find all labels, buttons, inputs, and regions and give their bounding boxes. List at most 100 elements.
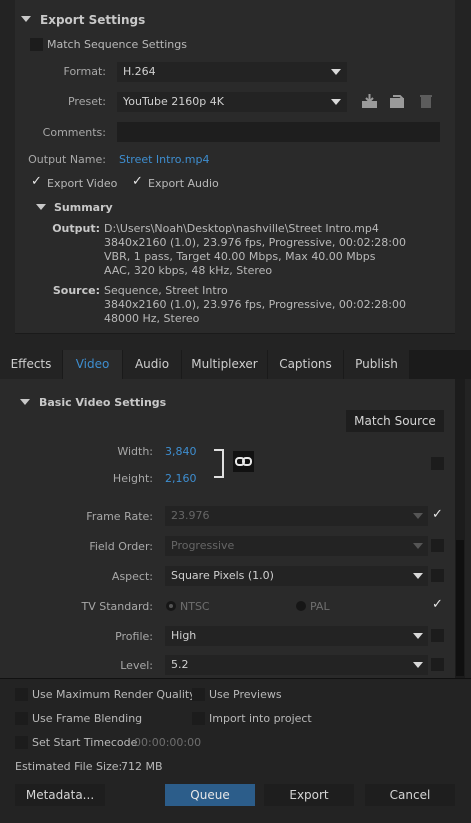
link-chain-icon bbox=[235, 457, 252, 466]
match-sequence-checkbox[interactable] bbox=[30, 38, 43, 51]
aspect-chevron-down-icon bbox=[413, 573, 423, 579]
import-into-project-checkbox[interactable] bbox=[192, 712, 205, 725]
constrain-proportions-button[interactable] bbox=[233, 451, 254, 472]
preset-chevron-down-icon bbox=[331, 99, 341, 105]
summary-output-line: VBR, 1 pass, Target 40.00 Mbps, Max 40.0… bbox=[104, 250, 376, 263]
export-button[interactable]: Export bbox=[264, 784, 354, 806]
field-order-dropdown[interactable]: Progressive bbox=[165, 536, 428, 556]
use-previews-checkbox[interactable] bbox=[192, 688, 205, 701]
profile-match-checkbox[interactable] bbox=[431, 629, 444, 642]
tv-standard-label: TV Standard: bbox=[81, 600, 154, 613]
tab-audio[interactable]: Audio bbox=[123, 350, 182, 379]
collapse-summary-icon[interactable] bbox=[36, 204, 46, 210]
estimated-file-size-value: 712 MB bbox=[121, 760, 163, 773]
summary-output-line: 3840x2160 (1.0), 23.976 fps, Progressive… bbox=[104, 236, 407, 249]
summary-output-line: D:\Users\Noah\Desktop\nashville\Street I… bbox=[104, 222, 379, 235]
frame-blending-checkbox[interactable] bbox=[15, 712, 28, 725]
start-timecode-value: 00:00:00:00 bbox=[134, 736, 202, 749]
summary-source-line: Sequence, Street Intro bbox=[104, 284, 228, 297]
format-dropdown[interactable]: H.264 bbox=[117, 62, 347, 82]
collapse-basic-video-icon[interactable] bbox=[20, 399, 30, 405]
summary-title: Summary bbox=[54, 201, 113, 214]
output-name-link[interactable]: Street Intro.mp4 bbox=[119, 153, 209, 166]
match-source-button[interactable]: Match Source bbox=[346, 410, 444, 432]
profile-value: High bbox=[171, 629, 197, 642]
summary-source-line: 48000 Hz, Stereo bbox=[104, 312, 200, 325]
aspect-match-checkbox[interactable] bbox=[431, 569, 444, 582]
summary-output-line: AAC, 320 kbps, 48 kHz, Stereo bbox=[104, 264, 273, 277]
preset-label: Preset: bbox=[67, 95, 106, 108]
tab-multiplexer[interactable]: Multiplexer bbox=[182, 350, 268, 379]
max-render-quality-label: Use Maximum Render Quality bbox=[32, 688, 196, 701]
pal-label: PAL bbox=[310, 600, 330, 613]
comments-label: Comments: bbox=[42, 126, 106, 139]
pal-radio[interactable] bbox=[296, 601, 306, 611]
basic-video-settings-title: Basic Video Settings bbox=[39, 396, 167, 409]
import-preset-icon[interactable] bbox=[389, 93, 407, 109]
video-scrollbar-thumb[interactable] bbox=[456, 540, 464, 676]
import-into-project-label: Import into project bbox=[209, 712, 312, 725]
level-dropdown[interactable]: 5.2 bbox=[165, 655, 428, 675]
max-render-quality-checkbox[interactable] bbox=[15, 688, 28, 701]
use-previews-label: Use Previews bbox=[209, 688, 282, 701]
format-chevron-down-icon bbox=[331, 69, 341, 75]
export-settings-title: Export Settings bbox=[40, 13, 146, 27]
export-video-label: Export Video bbox=[47, 177, 118, 190]
tv-standard-match-check-icon[interactable]: ✓ bbox=[431, 598, 444, 612]
aspect-value: Square Pixels (1.0) bbox=[171, 569, 274, 582]
level-value: 5.2 bbox=[171, 658, 189, 671]
profile-chevron-down-icon bbox=[413, 633, 423, 639]
output-name-label: Output Name: bbox=[28, 153, 106, 166]
tab-effects[interactable]: Effects bbox=[0, 350, 63, 379]
ntsc-label: NTSC bbox=[180, 600, 210, 613]
height-label: Height: bbox=[112, 472, 153, 485]
format-label: Format: bbox=[63, 65, 106, 78]
field-order-chevron-down-icon bbox=[413, 543, 423, 549]
metadata-button[interactable]: Metadata... bbox=[15, 784, 105, 806]
frame-rate-value: 23.976 bbox=[171, 509, 210, 522]
summary-source-lines: Sequence, Street Intro 3840x2160 (1.0), … bbox=[104, 284, 406, 326]
level-label: Level: bbox=[120, 659, 153, 672]
width-value[interactable]: 3,840 bbox=[165, 445, 197, 458]
profile-dropdown[interactable]: High bbox=[165, 626, 428, 646]
level-match-checkbox[interactable] bbox=[431, 658, 444, 671]
save-preset-icon[interactable] bbox=[361, 93, 379, 109]
frame-rate-label: Frame Rate: bbox=[86, 510, 153, 523]
delete-preset-icon[interactable] bbox=[419, 93, 433, 109]
height-value[interactable]: 2,160 bbox=[165, 472, 197, 485]
collapse-export-settings-icon[interactable] bbox=[21, 16, 31, 22]
summary-source-line: 3840x2160 (1.0), 23.976 fps, Progressive… bbox=[104, 298, 407, 311]
preset-dropdown[interactable]: YouTube 2160p 4K bbox=[117, 92, 347, 112]
export-video-check-icon[interactable]: ✓ bbox=[30, 175, 43, 189]
set-start-timecode-checkbox[interactable] bbox=[15, 736, 28, 749]
width-label: Width: bbox=[117, 445, 153, 458]
tab-publish[interactable]: Publish bbox=[344, 350, 410, 379]
summary-output-lines: D:\Users\Noah\Desktop\nashville\Street I… bbox=[104, 222, 406, 278]
summary-output-key: Output: bbox=[52, 222, 100, 235]
export-audio-check-icon[interactable]: ✓ bbox=[131, 175, 144, 189]
dimensions-match-checkbox[interactable] bbox=[431, 457, 444, 470]
export-audio-label: Export Audio bbox=[148, 177, 219, 190]
frame-rate-chevron-down-icon bbox=[413, 513, 423, 519]
frame-rate-dropdown[interactable]: 23.976 bbox=[165, 506, 428, 526]
estimated-file-size-label: Estimated File Size: bbox=[15, 760, 123, 773]
settings-tabs: Effects Video Audio Multiplexer Captions… bbox=[0, 350, 471, 379]
format-value: H.264 bbox=[123, 65, 156, 78]
summary-source-key: Source: bbox=[52, 284, 100, 297]
tab-video[interactable]: Video bbox=[63, 350, 123, 379]
profile-label: Profile: bbox=[115, 630, 153, 643]
queue-button[interactable]: Queue bbox=[165, 784, 255, 806]
aspect-dropdown[interactable]: Square Pixels (1.0) bbox=[165, 566, 428, 586]
field-order-value: Progressive bbox=[171, 539, 235, 552]
comments-field[interactable] bbox=[117, 122, 440, 142]
preset-value: YouTube 2160p 4K bbox=[123, 95, 224, 108]
level-chevron-down-icon bbox=[413, 662, 423, 668]
match-sequence-label: Match Sequence Settings bbox=[47, 38, 187, 51]
field-order-match-checkbox[interactable] bbox=[431, 539, 444, 552]
frame-rate-match-check-icon[interactable]: ✓ bbox=[431, 508, 444, 522]
tab-captions[interactable]: Captions bbox=[268, 350, 344, 379]
set-start-timecode-label: Set Start Timecode bbox=[32, 736, 138, 749]
ntsc-radio[interactable] bbox=[166, 601, 176, 611]
dimension-bracket-icon bbox=[214, 449, 224, 478]
cancel-button[interactable]: Cancel bbox=[365, 784, 455, 806]
